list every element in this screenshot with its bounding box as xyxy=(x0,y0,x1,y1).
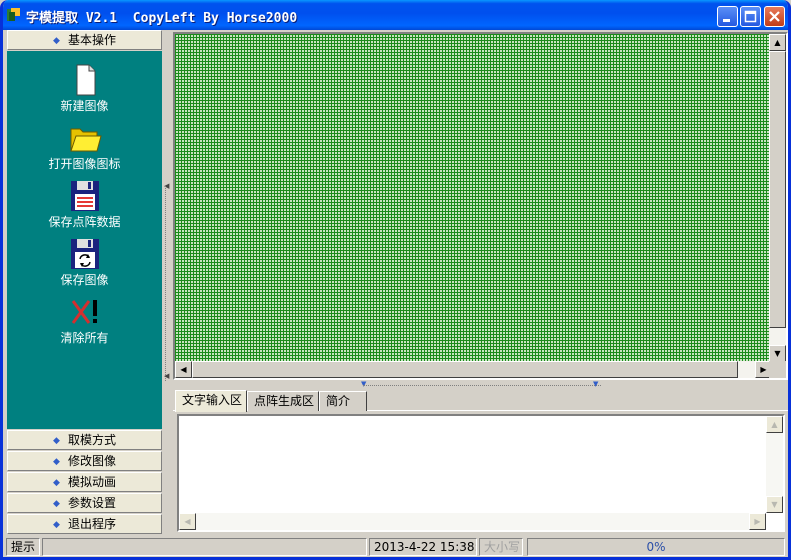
tool-new-image[interactable]: 新建图像 xyxy=(7,63,162,113)
vertical-scrollbar[interactable]: ▲ ▼ xyxy=(769,34,786,362)
clear-all-icon xyxy=(67,295,103,329)
new-document-icon xyxy=(67,63,103,97)
window-title: 字模提取 V2.1 CopyLeft By Horse2000 xyxy=(26,11,298,26)
dot-matrix-editor: ▲ ▼ ◀ ▶ xyxy=(173,32,788,380)
tool-pane: 新建图像 打开图像图标 保存点阵数据 保存图像 清除所有 xyxy=(7,51,162,429)
tool-label: 打开图像图标 xyxy=(48,157,121,171)
scroll-thumb[interactable] xyxy=(192,361,738,378)
scroll-corner xyxy=(769,361,786,378)
maximize-icon xyxy=(744,10,757,23)
section-label: 参数设置 xyxy=(67,496,116,510)
scroll-left-button[interactable]: ◀ xyxy=(179,513,196,530)
splitter-grip xyxy=(363,385,601,386)
diamond-icon: ◆ xyxy=(53,499,60,509)
scroll-down-button[interactable]: ▼ xyxy=(769,345,786,362)
horizontal-scrollbar[interactable]: ◀ ▶ xyxy=(179,513,766,530)
tool-save-image[interactable]: 保存图像 xyxy=(7,237,162,287)
section-label: 取模方式 xyxy=(67,433,116,447)
diamond-icon: ◆ xyxy=(53,457,60,467)
status-hint: 提示 xyxy=(6,538,40,556)
app-icon xyxy=(6,7,22,23)
section-simulate-animation[interactable]: ◆ 模拟动画 xyxy=(7,472,162,492)
splitter-grip xyxy=(165,186,169,381)
minimize-icon xyxy=(723,19,730,22)
text-input-area[interactable]: ▲ ▼ ◀ ▶ xyxy=(177,414,785,532)
section-label: 模拟动画 xyxy=(67,475,116,489)
scroll-up-button[interactable]: ▲ xyxy=(769,34,786,51)
section-sampling-mode[interactable]: ◆ 取模方式 xyxy=(7,430,162,450)
dot-matrix-grid[interactable] xyxy=(175,34,772,362)
tab-introduction[interactable]: 简介 xyxy=(319,391,367,411)
status-message xyxy=(42,538,367,556)
status-caps-indicator: 大小写 xyxy=(479,538,523,556)
save-image-icon xyxy=(67,237,103,271)
sidebar: ◆ 基本操作 新建图像 打开图像图标 保存点阵数据 保存图像 清除所有 ◆ 取模… xyxy=(7,30,162,535)
tool-open-image[interactable]: 打开图像图标 xyxy=(7,121,162,171)
maximize-button[interactable] xyxy=(740,6,761,27)
status-bar: 提示 2013-4-22 15:38:58 大小写 0% xyxy=(3,536,788,557)
collapse-down-icon[interactable]: ▼ xyxy=(593,380,598,388)
status-progress: 0% xyxy=(527,538,785,556)
collapse-down-icon[interactable]: ▼ xyxy=(361,380,366,388)
section-label: 修改图像 xyxy=(67,454,116,468)
tab-text-input[interactable]: 文字输入区 xyxy=(175,390,247,412)
status-datetime: 2013-4-22 15:38:58 xyxy=(369,538,477,556)
section-modify-image[interactable]: ◆ 修改图像 xyxy=(7,451,162,471)
scroll-up-button[interactable]: ▲ xyxy=(766,416,783,433)
title-bar[interactable]: 字模提取 V2.1 CopyLeft By Horse2000 xyxy=(3,0,788,30)
vertical-splitter[interactable]: ◀ ◀ xyxy=(163,30,171,535)
close-icon xyxy=(769,11,780,22)
minimize-button[interactable] xyxy=(717,6,738,27)
diamond-icon: ◆ xyxy=(53,436,60,446)
horizontal-splitter[interactable]: ▼ ▼ xyxy=(173,380,788,389)
tool-label: 保存图像 xyxy=(60,273,109,287)
section-label: 基本操作 xyxy=(67,33,116,47)
tool-label: 保存点阵数据 xyxy=(48,215,121,229)
horizontal-scrollbar[interactable]: ◀ ▶ xyxy=(175,361,772,378)
section-basic-operations[interactable]: ◆ 基本操作 xyxy=(7,30,162,50)
save-dot-matrix-icon xyxy=(67,179,103,213)
scroll-left-button[interactable]: ◀ xyxy=(175,361,192,378)
scroll-right-button[interactable]: ▶ xyxy=(749,513,766,530)
open-folder-icon xyxy=(67,121,103,155)
vertical-scrollbar[interactable]: ▲ ▼ xyxy=(766,416,783,513)
tool-label: 新建图像 xyxy=(60,99,109,113)
tool-clear-all[interactable]: 清除所有 xyxy=(7,295,162,345)
section-label: 退出程序 xyxy=(67,517,116,531)
diamond-icon: ◆ xyxy=(53,478,60,488)
close-button[interactable] xyxy=(764,6,785,27)
scroll-down-button[interactable]: ▼ xyxy=(766,496,783,513)
section-exit-program[interactable]: ◆ 退出程序 xyxy=(7,514,162,534)
app-window: 字模提取 V2.1 CopyLeft By Horse2000 ◆ 基本操作 新… xyxy=(0,0,791,560)
diamond-icon: ◆ xyxy=(53,36,60,46)
tool-label: 清除所有 xyxy=(60,331,109,345)
section-parameter-settings[interactable]: ◆ 参数设置 xyxy=(7,493,162,513)
client-area: ◆ 基本操作 新建图像 打开图像图标 保存点阵数据 保存图像 清除所有 ◆ 取模… xyxy=(3,30,788,557)
collapse-left-icon[interactable]: ◀ xyxy=(164,372,169,380)
tool-save-dot-matrix[interactable]: 保存点阵数据 xyxy=(7,179,162,229)
scroll-thumb[interactable] xyxy=(769,51,786,328)
tab-dot-matrix-output[interactable]: 点阵生成区 xyxy=(247,391,319,411)
diamond-icon: ◆ xyxy=(53,520,60,530)
